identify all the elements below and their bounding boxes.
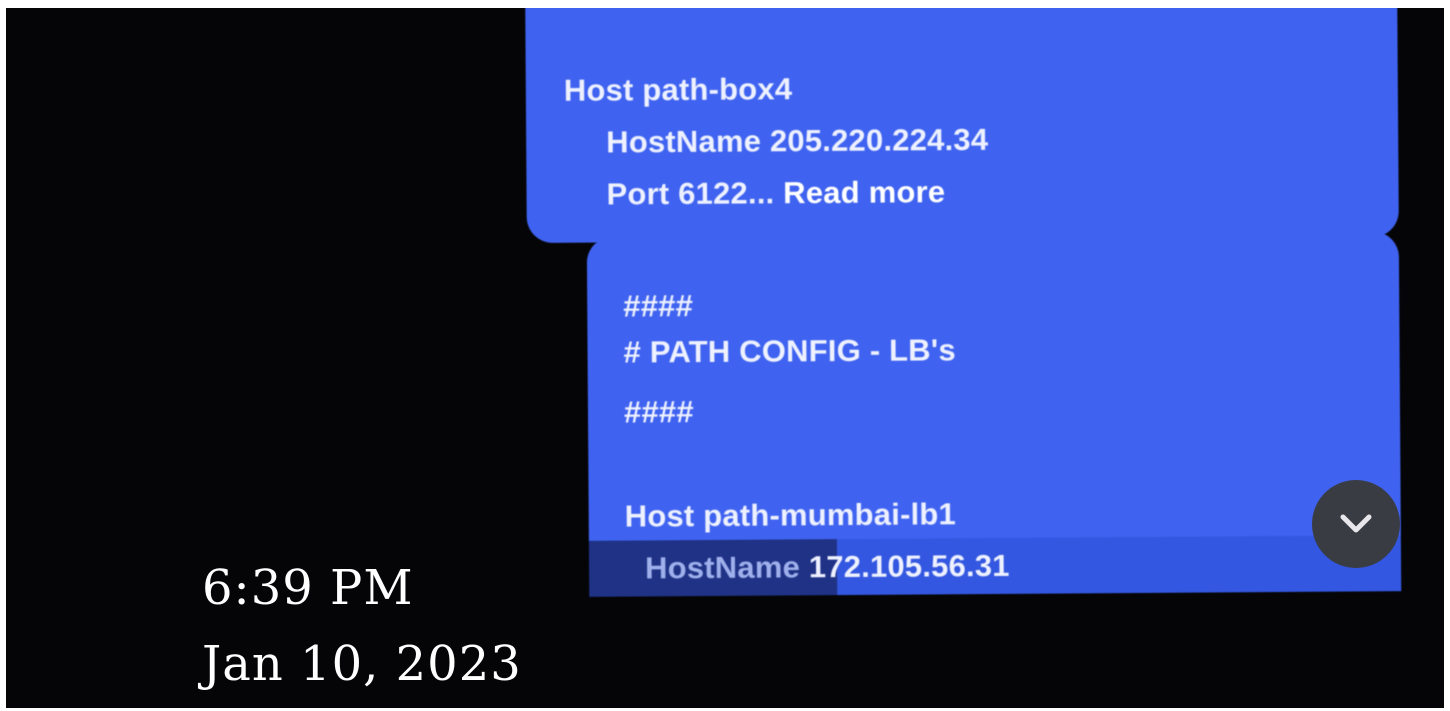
timestamp-time: 6:39 PM <box>202 560 414 616</box>
chat-screen: Host path-box4 HostName 205.220.224.34 P… <box>6 8 1444 708</box>
photo-frame: Host path-box4 HostName 205.220.224.34 P… <box>0 0 1450 711</box>
timestamp-date: Jan 10, 2023 <box>202 636 522 692</box>
message-1-line-1: Host path-box4 <box>563 71 793 108</box>
message-2-cutoff-strip: HostName 172.105.56.31 <box>588 535 1402 597</box>
message-bubble-2[interactable]: #### # PATH CONFIG - LB's #### Host path… <box>586 231 1402 597</box>
message-2-line-4: Host path-mumbai-lb1 <box>624 496 957 534</box>
message-2-hostname-key: HostName <box>644 549 801 586</box>
scroll-down-button[interactable] <box>1312 480 1400 568</box>
message-1-line-2: HostName 205.220.224.34 <box>606 121 989 160</box>
message-2-line-2: # PATH CONFIG - LB's <box>623 332 956 370</box>
message-bubble-1[interactable]: Host path-box4 HostName 205.220.224.34 P… <box>525 8 1399 244</box>
message-1-line-3: Port 6122... Read more <box>606 174 945 212</box>
message-2-line-3: #### <box>623 394 694 430</box>
chevron-down-icon <box>1340 514 1372 533</box>
message-2-line-5: HostName 172.105.56.31 <box>645 548 1010 587</box>
read-more-link[interactable]: Read more <box>783 174 945 210</box>
message-2-line-1: #### <box>623 288 694 324</box>
message-1-port-text: Port 6122... <box>606 175 775 212</box>
message-2-hostname-value: 172.105.56.31 <box>808 547 1010 585</box>
